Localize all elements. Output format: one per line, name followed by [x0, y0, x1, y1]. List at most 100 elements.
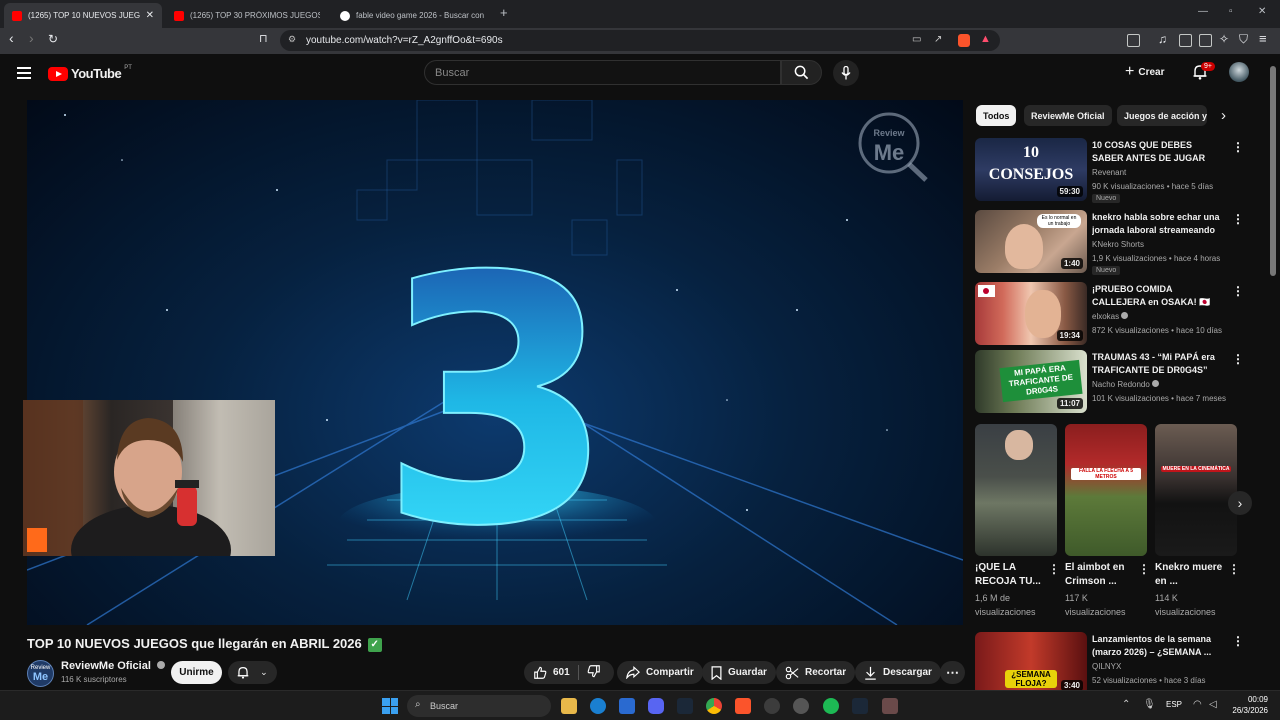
user-avatar[interactable]: [1229, 62, 1249, 82]
site-info-icon[interactable]: ⚙: [288, 34, 296, 45]
voice-search-button[interactable]: [833, 60, 859, 86]
more-vertical-icon[interactable]: ⋮: [1228, 562, 1240, 576]
bookmark-icon[interactable]: ⊓: [259, 32, 268, 45]
youtube-icon: [12, 10, 22, 21]
vpn-icon[interactable]: ⛉: [1239, 32, 1248, 47]
game-app-icon[interactable]: [882, 698, 898, 714]
new-badge: Nuevo: [1092, 266, 1121, 275]
new-tab-icon[interactable]: +: [500, 5, 508, 20]
chip-action-games[interactable]: Juegos de acción y: [1117, 105, 1207, 126]
checkmark-emoji-icon: ✓: [367, 637, 382, 652]
more-actions-button[interactable]: ⋯: [940, 661, 965, 684]
chip-todos[interactable]: Todos: [976, 105, 1017, 126]
hamburger-menu-icon[interactable]: [17, 67, 31, 82]
sidebar-icon[interactable]: [1127, 34, 1140, 47]
browser-tab-active[interactable]: (1265) TOP 10 NUEVOS JUEGOS ✕: [4, 3, 162, 28]
volume-icon[interactable]: ◁: [1209, 699, 1217, 710]
taskbar-search[interactable]: ⌕ Buscar: [407, 695, 551, 717]
edge-browser-icon[interactable]: [590, 698, 606, 714]
address-bar[interactable]: ⚙ youtube.com/watch?v=rZ_A2gnffOo&t=690s…: [280, 30, 1000, 51]
steam-app-icon[interactable]: [852, 698, 868, 714]
mail-icon[interactable]: [619, 698, 635, 714]
steam-icon[interactable]: [677, 698, 693, 714]
short-caption: FALLA LA FLECHA A 5 METROS: [1071, 468, 1141, 480]
discord-icon[interactable]: [648, 698, 664, 714]
file-explorer-icon[interactable]: [561, 698, 577, 714]
search-input[interactable]: Buscar: [424, 60, 781, 85]
browser-tab[interactable]: fable video game 2026 - Buscar con: [332, 3, 494, 28]
github-icon[interactable]: [793, 698, 809, 714]
share-button[interactable]: Compartir: [617, 661, 703, 684]
video-title: TOP 10 NUEVOS JUEGOS que llegarán en ABR…: [27, 636, 382, 652]
close-tab-icon[interactable]: ✕: [146, 10, 154, 21]
chevron-right-icon[interactable]: ›: [1221, 107, 1226, 124]
reload-icon[interactable]: ↻: [48, 32, 58, 46]
search-placeholder: Buscar: [435, 66, 470, 79]
recommended-video[interactable]: Es lo normal en un trabajo 1:40 knekro h…: [975, 210, 1245, 275]
microphone-tray-icon[interactable]: 🎙: [1143, 699, 1156, 710]
verified-icon: [156, 661, 165, 669]
share-arrow-icon: [626, 666, 640, 679]
more-vertical-icon[interactable]: ⋮: [1232, 284, 1244, 298]
back-icon[interactable]: ‹: [9, 30, 14, 46]
short-title: ¡QUE LA RECOJA TU...: [975, 562, 1041, 587]
recommended-video[interactable]: 19:34 ¡PRUEBO COMIDA CALLEJERA en OSAKA!…: [975, 282, 1245, 346]
like-button[interactable]: 601: [533, 666, 570, 680]
spotify-icon[interactable]: [823, 698, 839, 714]
join-button[interactable]: Unirme: [171, 661, 222, 684]
more-vertical-icon[interactable]: ⋮: [1048, 562, 1060, 576]
save-button[interactable]: Guardar: [702, 661, 776, 684]
subscription-bell-button[interactable]: ⌄: [228, 661, 277, 684]
browser-tab[interactable]: (1265) TOP 30 PRÓXIMOS JUEGOS M: [166, 3, 328, 28]
video-meta: 101 K visualizaciones • hace 7 meses: [1092, 394, 1226, 403]
person-face: [1025, 290, 1061, 338]
create-button[interactable]: + Crear: [1125, 63, 1164, 81]
tray-chevron-icon[interactable]: ⌃: [1122, 699, 1130, 710]
forward-icon[interactable]: ›: [29, 30, 34, 46]
chip-channel[interactable]: ReviewMe Oficial: [1024, 105, 1112, 126]
share-icon[interactable]: ↗: [934, 34, 942, 45]
video-duration: 11:07: [1056, 398, 1083, 409]
create-label: Crear: [1138, 66, 1165, 78]
recommended-video[interactable]: 10 CONSEJOS 59:30 10 COSAS QUE DEBES SAB…: [975, 138, 1245, 203]
minimize-icon[interactable]: —: [1198, 6, 1208, 17]
language-indicator[interactable]: ESP: [1166, 700, 1182, 709]
person-face: [1005, 430, 1033, 460]
more-vertical-icon[interactable]: ⋮: [1138, 562, 1150, 576]
system-clock[interactable]: 00:09 26/3/2026: [1228, 694, 1268, 716]
rewards-icon[interactable]: ▲: [980, 33, 991, 45]
channel-avatar[interactable]: Review Me: [27, 660, 54, 687]
obs-icon[interactable]: [764, 698, 780, 714]
recommended-video[interactable]: ¿SEMANA FLOJA? 3:40 Lanzamientos de la s…: [975, 632, 1245, 696]
windows-start-icon[interactable]: [382, 698, 398, 714]
windows-taskbar: ⌕ Buscar ⌃ 🎙 ESP ◠ ◁ 00:09 26/3/2026: [0, 690, 1280, 720]
dislike-button[interactable]: [587, 664, 607, 681]
ai-assistant-icon[interactable]: ✧: [1219, 32, 1229, 46]
download-button[interactable]: Descargar: [855, 661, 941, 684]
maximize-icon[interactable]: ▫: [1229, 6, 1233, 17]
more-vertical-icon[interactable]: ⋮: [1232, 212, 1244, 226]
search-button[interactable]: [781, 60, 822, 85]
cast-icon[interactable]: ▭: [912, 34, 921, 45]
download-icon: [865, 666, 876, 680]
chrome-icon[interactable]: [706, 698, 722, 714]
close-window-icon[interactable]: ✕: [1258, 6, 1266, 17]
wifi-icon[interactable]: ◠: [1193, 699, 1202, 710]
channel-name[interactable]: ReviewMe Oficial: [61, 660, 165, 672]
countdown-number: 3: [379, 205, 616, 601]
more-vertical-icon[interactable]: ⋮: [1232, 352, 1244, 366]
scrollbar-thumb[interactable]: [1270, 66, 1276, 276]
clip-button[interactable]: Recortar: [776, 661, 856, 684]
more-vertical-icon[interactable]: ⋮: [1232, 634, 1244, 648]
menu-icon[interactable]: ≡: [1259, 31, 1267, 46]
brave-icon[interactable]: [735, 698, 751, 714]
reviewme-watermark-icon: Review Me: [858, 112, 928, 182]
wallet-icon[interactable]: [1199, 34, 1212, 47]
youtube-logo[interactable]: YouTube PT: [48, 65, 132, 81]
more-vertical-icon[interactable]: ⋮: [1232, 140, 1244, 154]
split-view-icon[interactable]: [1179, 34, 1192, 47]
brave-shield-icon[interactable]: [958, 34, 970, 47]
shorts-next-button[interactable]: ›: [1228, 491, 1252, 515]
recommended-video[interactable]: MI PAPÁ ERA TRAFICANTE DE DR0G4S 11:07 T…: [975, 350, 1245, 414]
music-icon[interactable]: ♫: [1158, 32, 1167, 46]
